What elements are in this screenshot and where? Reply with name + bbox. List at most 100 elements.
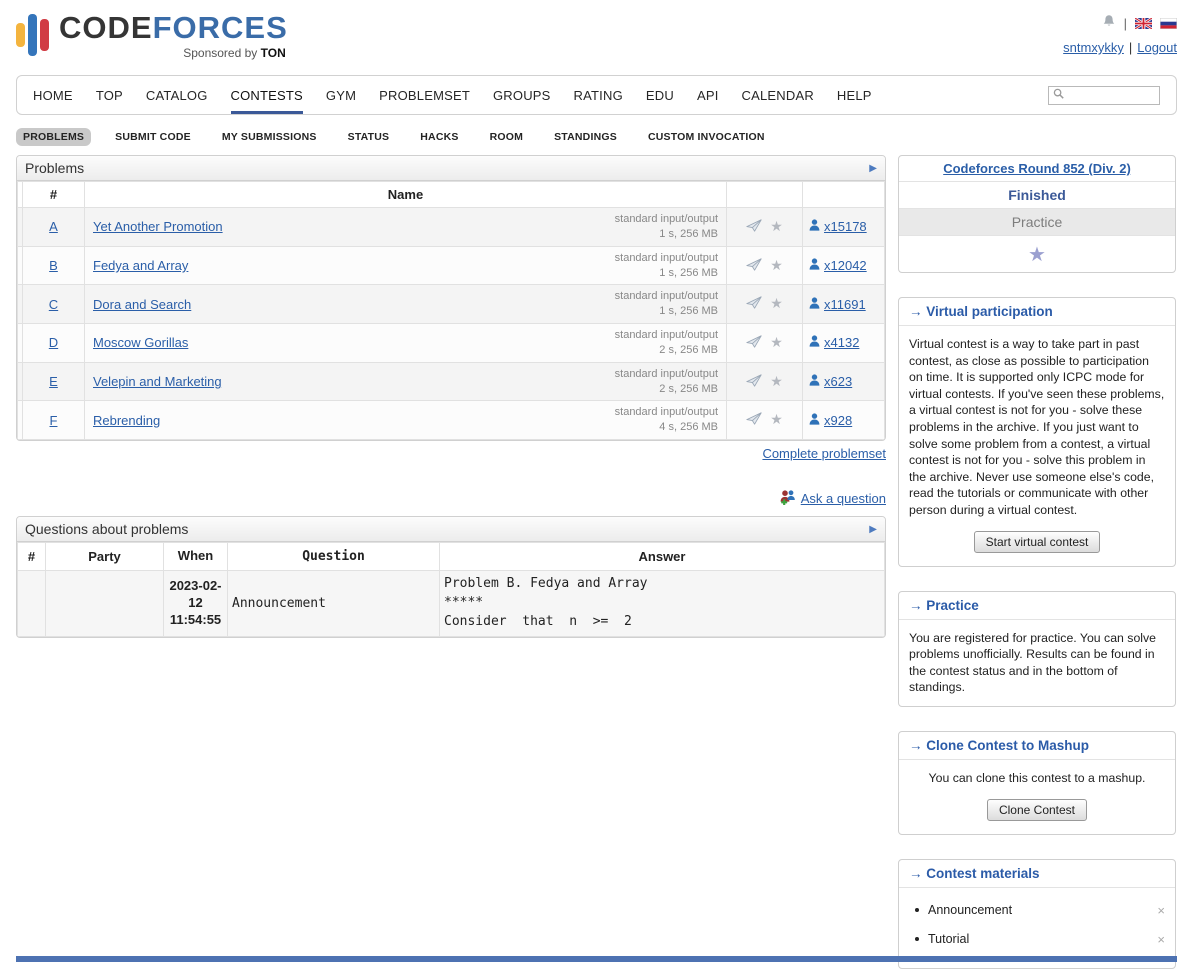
clone-contest-button[interactable]: Clone Contest: [987, 799, 1087, 821]
solvers-person-icon: [809, 374, 820, 389]
material-tutorial-link[interactable]: Tutorial: [928, 932, 969, 946]
submit-plane-icon[interactable]: [746, 296, 762, 312]
logout-link[interactable]: Logout: [1137, 40, 1177, 55]
solved-count-link[interactable]: x623: [824, 374, 852, 389]
nav-catalog[interactable]: CATALOG: [146, 76, 208, 114]
clone-mashup-box: → Clone Contest to Mashup You can clone …: [898, 731, 1176, 835]
submit-plane-icon[interactable]: [746, 335, 762, 351]
nav-rating[interactable]: RATING: [574, 76, 623, 114]
problem-index-link[interactable]: A: [49, 219, 58, 234]
header-activity: [727, 182, 803, 208]
problem-name-link[interactable]: Fedya and Array: [93, 258, 188, 273]
practice-text: You are registered for practice. You can…: [899, 620, 1175, 706]
solved-count-link[interactable]: x928: [824, 413, 852, 428]
close-icon[interactable]: ×: [1157, 903, 1165, 918]
submit-plane-icon[interactable]: [746, 219, 762, 235]
problem-index-link[interactable]: B: [49, 258, 58, 273]
flag-ru-icon[interactable]: [1160, 18, 1177, 29]
nav-help[interactable]: HELP: [837, 76, 872, 114]
question-row: 2023-02-12 11:54:55 Announcement Problem…: [18, 571, 885, 637]
submit-plane-icon[interactable]: [746, 374, 762, 390]
list-item: Announcement ×: [915, 896, 1165, 925]
nav-problemset[interactable]: PROBLEMSET: [379, 76, 470, 114]
problem-index-link[interactable]: D: [49, 335, 58, 350]
problems-caption: Problems: [25, 160, 84, 176]
user-handle-link[interactable]: sntmxykky: [1063, 40, 1124, 55]
complete-problemset-row: Complete problemset: [16, 446, 886, 461]
flag-en-icon[interactable]: [1135, 18, 1152, 29]
complete-problemset-link[interactable]: Complete problemset: [762, 446, 886, 461]
expand-arrow-icon[interactable]: ▶: [869, 524, 877, 535]
problem-row: D Moscow Gorillas standard input/output2…: [18, 324, 885, 363]
problem-row: E Velepin and Marketing standard input/o…: [18, 362, 885, 401]
close-icon[interactable]: ×: [1157, 932, 1165, 947]
codeforces-logo[interactable]: CODEFORCES Sponsored by TON: [16, 12, 288, 72]
solvers-person-icon: [809, 297, 820, 312]
questions-table: # Party When Question Answer 2023-02-12 …: [17, 542, 885, 636]
nav-groups[interactable]: GROUPS: [493, 76, 551, 114]
tab-status[interactable]: STATUS: [341, 128, 397, 146]
tab-standings[interactable]: STANDINGS: [547, 128, 624, 146]
ask-question-icon: [779, 489, 796, 508]
expand-arrow-icon[interactable]: ▶: [869, 163, 877, 174]
solved-count-link[interactable]: x11691: [824, 297, 866, 312]
problem-row: C Dora and Search standard input/output1…: [18, 285, 885, 324]
problem-index-link[interactable]: E: [49, 374, 58, 389]
favorite-star-icon[interactable]: ★: [770, 258, 783, 274]
problem-limits: standard input/output1 s, 256 MB: [615, 212, 718, 242]
tab-problems[interactable]: PROBLEMS: [16, 128, 91, 146]
solved-count-link[interactable]: x12042: [824, 258, 867, 273]
search-box[interactable]: [1048, 86, 1160, 105]
contest-mode: Practice: [899, 209, 1175, 236]
start-virtual-contest-button[interactable]: Start virtual contest: [974, 531, 1101, 553]
submit-plane-icon[interactable]: [746, 258, 762, 274]
problem-name-link[interactable]: Velepin and Marketing: [93, 374, 222, 389]
footer-accent-bar: [16, 956, 1177, 962]
tab-submit-code[interactable]: SUBMIT CODE: [108, 128, 198, 146]
solvers-person-icon: [809, 258, 820, 273]
list-item: Tutorial ×: [915, 925, 1165, 954]
problem-index-link[interactable]: F: [50, 413, 58, 428]
solved-count-link[interactable]: x15178: [824, 219, 867, 234]
question-party-cell: [46, 571, 164, 637]
language-bar: |: [1102, 14, 1177, 33]
ask-question-link[interactable]: Ask a question: [801, 491, 886, 506]
problem-limits: standard input/output1 s, 256 MB: [615, 251, 718, 281]
search-input[interactable]: [1068, 89, 1155, 101]
logo-bars-icon: [16, 12, 49, 58]
favorite-star-icon[interactable]: ★: [770, 296, 783, 312]
problem-name-link[interactable]: Moscow Gorillas: [93, 335, 188, 350]
nav-api[interactable]: API: [697, 76, 719, 114]
favorite-star-icon[interactable]: ★: [770, 219, 783, 235]
nav-home[interactable]: HOME: [33, 76, 73, 114]
tab-my-submissions[interactable]: MY SUBMISSIONS: [215, 128, 324, 146]
favorite-star-icon[interactable]: ★: [770, 374, 783, 390]
header-index: #: [23, 182, 85, 208]
questions-caption: Questions about problems: [25, 521, 188, 537]
header-name: Name: [85, 182, 727, 208]
favorite-star-icon[interactable]: ★: [770, 335, 783, 351]
separator: |: [1129, 40, 1132, 55]
tab-custom-invocation[interactable]: CUSTOM INVOCATION: [641, 128, 772, 146]
practice-box: → Practice You are registered for practi…: [898, 591, 1176, 707]
nav-top[interactable]: TOP: [96, 76, 123, 114]
favorite-contest-star-icon[interactable]: ★: [1028, 242, 1046, 266]
solved-count-link[interactable]: x4132: [824, 335, 859, 350]
page: CODEFORCES Sponsored by TON | sntmxykky …: [0, 0, 1193, 969]
tab-room[interactable]: ROOM: [483, 128, 530, 146]
nav-gym[interactable]: GYM: [326, 76, 356, 114]
problem-name-link[interactable]: Dora and Search: [93, 297, 191, 312]
problem-name-link[interactable]: Rebrending: [93, 413, 160, 428]
nav-contests[interactable]: CONTESTS: [231, 76, 303, 114]
tab-hacks[interactable]: HACKS: [413, 128, 465, 146]
nav-edu[interactable]: EDU: [646, 76, 674, 114]
submit-plane-icon[interactable]: [746, 412, 762, 428]
contest-title-link[interactable]: Codeforces Round 852 (Div. 2): [943, 161, 1131, 176]
problem-name-link[interactable]: Yet Another Promotion: [93, 219, 223, 234]
notification-bell-icon[interactable]: [1102, 14, 1116, 33]
material-announcement-link[interactable]: Announcement: [928, 903, 1012, 917]
problem-limits: standard input/output2 s, 256 MB: [615, 328, 718, 358]
favorite-star-icon[interactable]: ★: [770, 412, 783, 428]
problem-index-link[interactable]: C: [49, 297, 58, 312]
nav-calendar[interactable]: CALENDAR: [742, 76, 814, 114]
